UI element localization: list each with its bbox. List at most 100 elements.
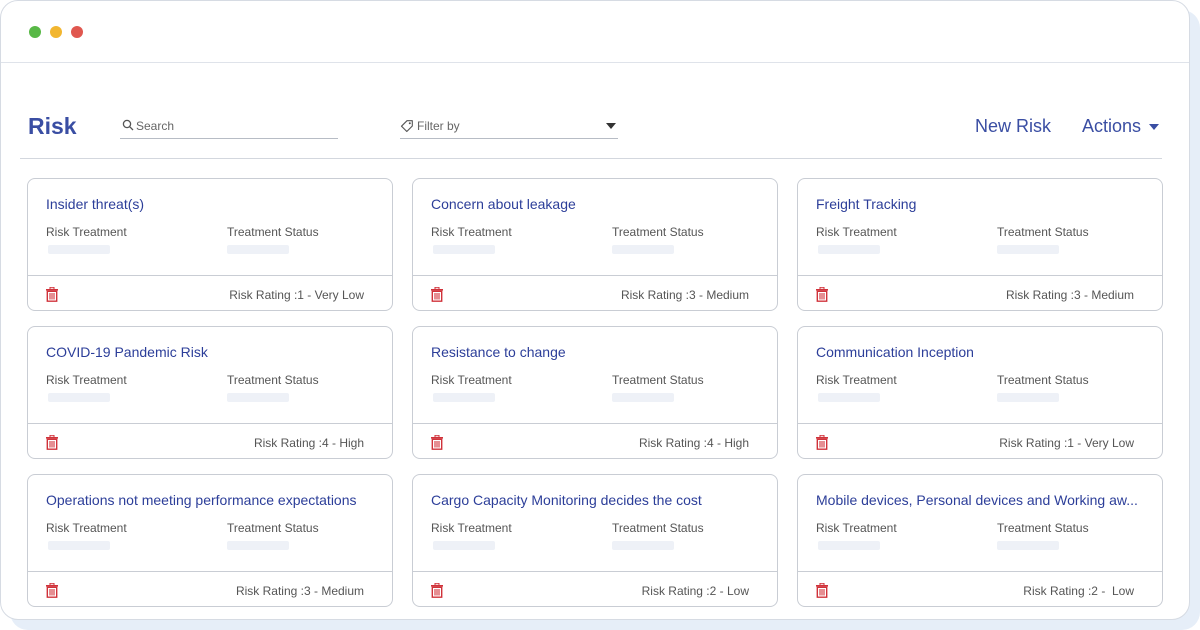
risk-treatment-label: Risk Treatment	[431, 521, 512, 535]
window-zoom-button[interactable]	[29, 26, 41, 38]
risk-rating: Risk Rating :1 - Very Low	[999, 436, 1134, 450]
caret-down-icon	[1149, 123, 1160, 130]
treatment-status-label: Treatment Status	[227, 521, 319, 535]
filter-dropdown[interactable]: Filter by	[400, 115, 618, 139]
risk-card[interactable]: Concern about leakage Risk Treatment Tre…	[412, 178, 778, 311]
risk-card-title[interactable]: Freight Tracking	[816, 196, 1151, 212]
risk-rating-prefix: Risk Rating :2	[641, 584, 717, 598]
treatment-status-label: Treatment Status	[612, 225, 704, 239]
risk-rating-prefix: Risk Rating :4	[638, 436, 714, 450]
risk-card-footer: Risk Rating :3 - Medium	[798, 275, 1162, 311]
risk-rating-prefix: Risk Rating :1	[229, 288, 304, 302]
risk-card[interactable]: Cargo Capacity Monitoring decides the co…	[412, 474, 778, 607]
search-input[interactable]	[136, 115, 336, 137]
new-risk-button[interactable]: New Risk	[975, 116, 1051, 137]
treatment-status-label: Treatment Status	[997, 225, 1089, 239]
trash-icon[interactable]	[815, 583, 829, 598]
risk-rating-prefix: Risk Rating :2	[1023, 584, 1098, 598]
risk-rating: Risk Rating :4 - High	[639, 436, 749, 450]
risk-rating-level: - Low	[1097, 584, 1134, 598]
risk-rating-prefix: Risk Rating :3	[620, 288, 696, 302]
risk-card-footer: Risk Rating :1 - Very Low	[798, 423, 1162, 459]
risk-card-footer: Risk Rating :2 - Low	[798, 571, 1162, 607]
risk-treatment-value-placeholder	[48, 393, 110, 402]
treatment-status-value-placeholder	[997, 393, 1059, 402]
actions-label: Actions	[1082, 116, 1142, 136]
risk-treatment-label: Risk Treatment	[816, 373, 897, 387]
risk-card-footer: Risk Rating :1 - Very Low	[28, 275, 392, 311]
window-minimize-button[interactable]	[50, 26, 62, 38]
risk-card-title[interactable]: Insider threat(s)	[46, 196, 381, 212]
risk-card-footer: Risk Rating :4 - High	[413, 423, 777, 459]
risk-treatment-label: Risk Treatment	[431, 225, 512, 239]
risk-card[interactable]: Insider threat(s) Risk Treatment Treatme…	[27, 178, 393, 311]
risk-card[interactable]: Mobile devices, Personal devices and Wor…	[797, 474, 1163, 607]
trash-icon[interactable]	[45, 583, 59, 598]
treatment-status-value-placeholder	[227, 393, 289, 402]
risk-treatment-value-placeholder	[818, 245, 880, 254]
risk-rating-level: - High	[713, 436, 749, 450]
chevron-down-icon	[606, 123, 616, 129]
trash-icon[interactable]	[45, 287, 59, 302]
treatment-status-label: Treatment Status	[612, 521, 704, 535]
risk-card-title[interactable]: COVID-19 Pandemic Risk	[46, 344, 381, 360]
risk-treatment-label: Risk Treatment	[46, 521, 127, 535]
risk-rating-prefix: Risk Rating :3	[235, 584, 311, 598]
risk-treatment-value-placeholder	[433, 245, 495, 254]
risk-card-title[interactable]: Communication Inception	[816, 344, 1151, 360]
app-window: Risk Filter by New Risk Actions Insider …	[0, 0, 1190, 620]
risk-card[interactable]: Resistance to change Risk Treatment Trea…	[412, 326, 778, 459]
risk-card[interactable]: Communication Inception Risk Treatment T…	[797, 326, 1163, 459]
trash-icon[interactable]	[430, 287, 444, 302]
actions-menu-button[interactable]: Actions	[1082, 116, 1160, 137]
risk-rating: Risk Rating :4 - High	[254, 436, 364, 450]
treatment-status-label: Treatment Status	[227, 225, 319, 239]
risk-card-title[interactable]: Cargo Capacity Monitoring decides the co…	[431, 492, 766, 508]
risk-rating: Risk Rating :2 - Low	[1023, 584, 1134, 598]
risk-treatment-value-placeholder	[48, 541, 110, 550]
risk-rating-level: - Medium	[1080, 288, 1134, 302]
window-close-button[interactable]	[71, 26, 83, 38]
risk-card[interactable]: COVID-19 Pandemic Risk Risk Treatment Tr…	[27, 326, 393, 459]
trash-icon[interactable]	[815, 287, 829, 302]
risk-card-title[interactable]: Concern about leakage	[431, 196, 766, 212]
trash-icon[interactable]	[815, 435, 829, 450]
risk-card[interactable]: Freight Tracking Risk Treatment Treatmen…	[797, 178, 1163, 311]
risk-rating-prefix: Risk Rating :4	[253, 436, 329, 450]
risk-rating: Risk Rating :3 - Medium	[621, 288, 749, 302]
treatment-status-value-placeholder	[227, 541, 289, 550]
trash-icon[interactable]	[430, 435, 444, 450]
tag-icon	[400, 120, 413, 133]
search-box	[120, 115, 338, 139]
risk-rating: Risk Rating :2 - Low	[642, 584, 749, 598]
treatment-status-label: Treatment Status	[612, 373, 704, 387]
risk-treatment-label: Risk Treatment	[46, 225, 127, 239]
risk-treatment-value-placeholder	[818, 393, 880, 402]
toolbar: Risk Filter by New Risk Actions	[20, 63, 1162, 159]
treatment-status-value-placeholder	[997, 245, 1059, 254]
risk-rating-level: - Low	[716, 584, 749, 598]
risk-treatment-value-placeholder	[433, 393, 495, 402]
risk-card[interactable]: Operations not meeting performance expec…	[27, 474, 393, 607]
treatment-status-label: Treatment Status	[997, 521, 1089, 535]
risk-rating-prefix: Risk Rating :1	[999, 436, 1074, 450]
risk-rating: Risk Rating :3 - Medium	[1006, 288, 1134, 302]
risk-card-title[interactable]: Operations not meeting performance expec…	[46, 492, 381, 508]
trash-icon[interactable]	[430, 583, 444, 598]
treatment-status-value-placeholder	[612, 393, 674, 402]
treatment-status-label: Treatment Status	[227, 373, 319, 387]
risk-card-footer: Risk Rating :3 - Medium	[413, 275, 777, 311]
risk-rating-level: - Very Low	[303, 288, 364, 302]
treatment-status-label: Treatment Status	[997, 373, 1089, 387]
risk-treatment-label: Risk Treatment	[431, 373, 512, 387]
risk-rating-level: - Medium	[310, 584, 364, 598]
treatment-status-value-placeholder	[612, 245, 674, 254]
risk-treatment-label: Risk Treatment	[46, 373, 127, 387]
treatment-status-value-placeholder	[227, 245, 289, 254]
risk-treatment-value-placeholder	[818, 541, 880, 550]
trash-icon[interactable]	[45, 435, 59, 450]
risk-rating: Risk Rating :1 - Very Low	[229, 288, 364, 302]
risk-card-title[interactable]: Resistance to change	[431, 344, 766, 360]
risk-rating-level: - Very Low	[1073, 436, 1134, 450]
risk-card-title[interactable]: Mobile devices, Personal devices and Wor…	[816, 492, 1151, 508]
